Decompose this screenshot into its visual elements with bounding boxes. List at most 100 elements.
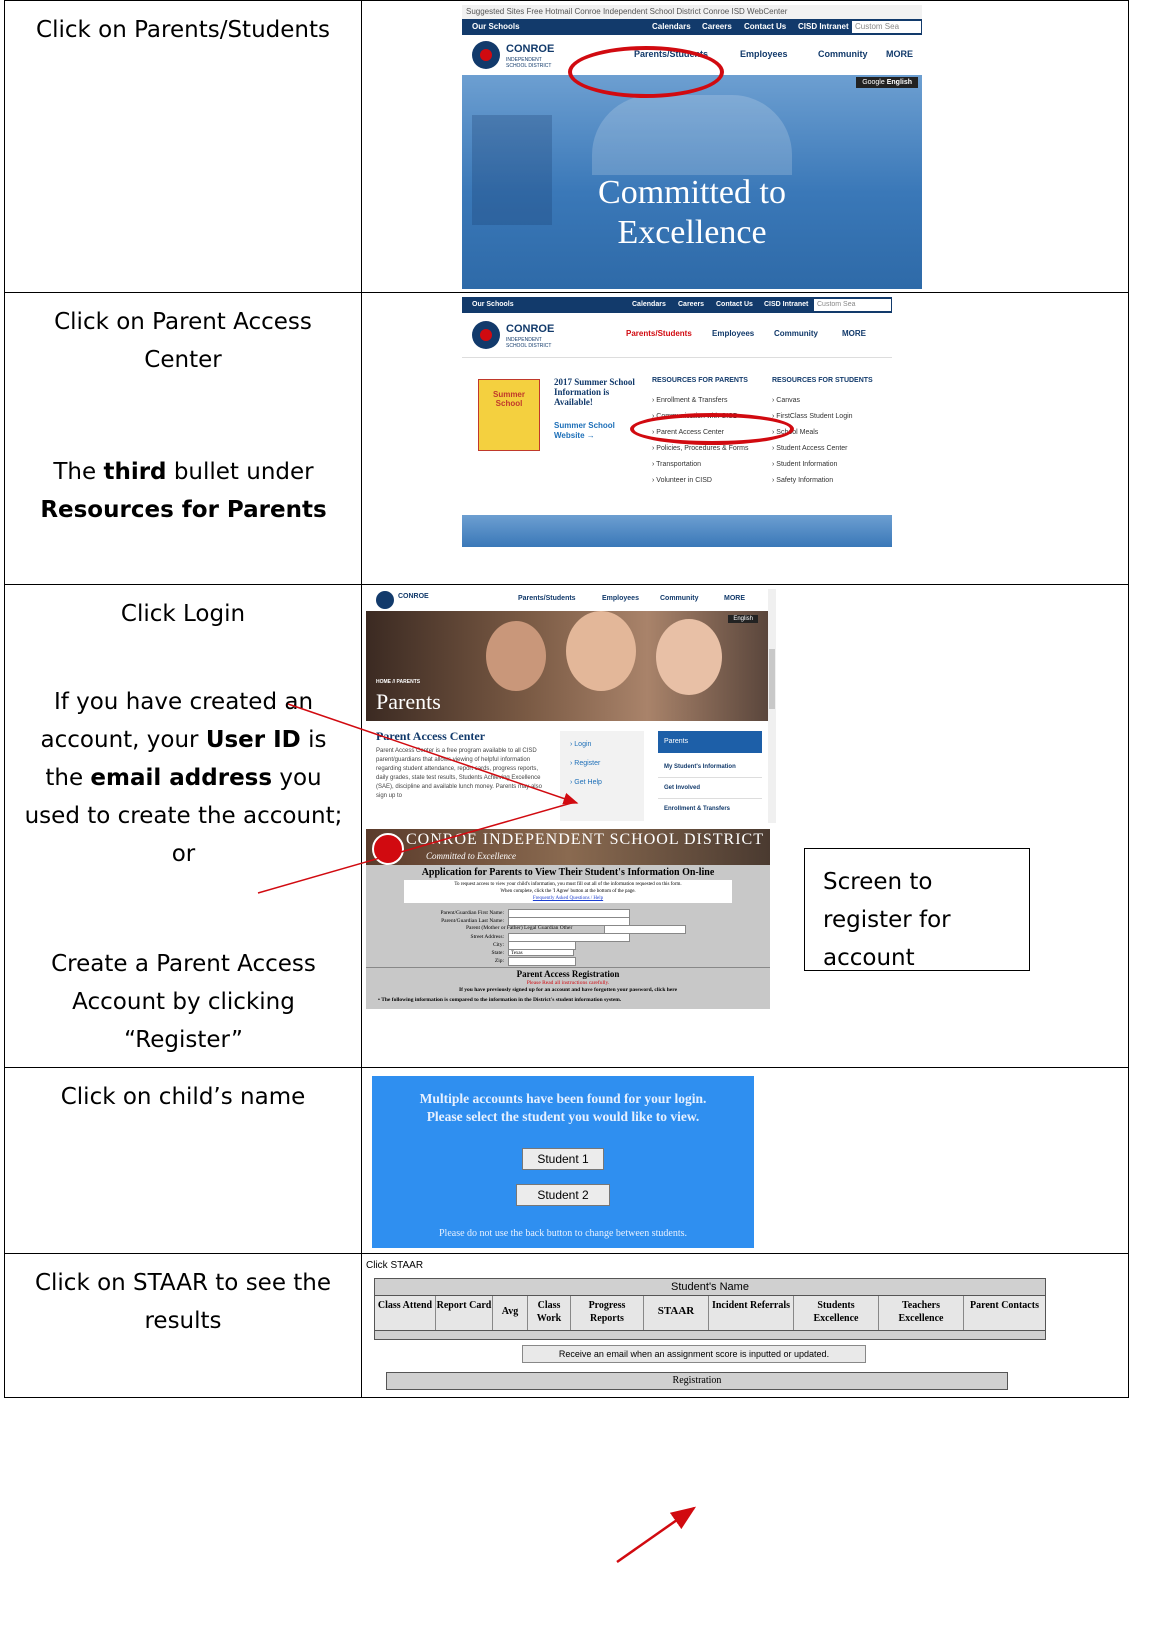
tab-avg[interactable]: Avg	[493, 1296, 528, 1330]
resource-link[interactable]: › Safety Information	[772, 473, 853, 489]
instruction-table: Click on Parents/Students Suggested Site…	[4, 0, 1129, 1398]
staar-screenshot: Click STAAR Student's Name Class Attend …	[366, 1258, 1046, 1394]
student-select-screenshot: Multiple accounts have been found for yo…	[372, 1076, 754, 1248]
tab-progress-reports[interactable]: Progress Reports	[571, 1296, 644, 1330]
banner-motto: Committed to Excellence	[426, 851, 516, 861]
tab-row: Class Attend Report Card Avg Class Work …	[375, 1296, 1045, 1331]
logo-sub: INDEPENDENT SCHOOL DISTRICT	[506, 337, 552, 349]
student-tab-bar: Student's Name Class Attend Report Card …	[374, 1278, 1046, 1340]
message-line: Please select the student you would like…	[426, 1109, 700, 1124]
forgot-password-text[interactable]: If you have previously signed up for an …	[366, 987, 770, 993]
sidebar-item[interactable]: My Student's Information	[658, 757, 762, 778]
homepage-screenshot: Suggested Sites Free Hotmail Conroe Inde…	[462, 5, 922, 289]
nav-community[interactable]: Community	[818, 49, 868, 59]
resource-link[interactable]: › Student Information	[772, 457, 853, 473]
relationship-radios[interactable]: Parent (Mother or Father) Legal Guardian…	[466, 925, 572, 931]
register-link[interactable]: › Register	[560, 748, 644, 767]
contact-link[interactable]: Contact Us	[716, 297, 753, 313]
careers-link[interactable]: Careers	[678, 297, 704, 313]
scrollbar[interactable]	[768, 589, 776, 823]
page-title: Parents	[376, 689, 441, 714]
summer-school-flyer-image[interactable]: Summer School	[478, 379, 540, 451]
nav-employees[interactable]: Employees	[712, 329, 754, 338]
tab-incident-referrals[interactable]: Incident Referrals	[709, 1296, 794, 1330]
intranet-link[interactable]: CISD Intranet	[764, 297, 808, 313]
tab-class-attend[interactable]: Class Attend	[375, 1296, 436, 1330]
students-resources-heading: RESOURCES FOR STUDENTS	[772, 377, 873, 384]
browser-favorites-bar: Suggested Sites Free Hotmail Conroe Inde…	[462, 5, 922, 19]
screenshot-cell: Click STAAR Student's Name Class Attend …	[361, 1253, 1129, 1398]
district-logo-icon	[472, 41, 500, 69]
sidebar-item[interactable]: Get Involved	[658, 778, 762, 799]
our-schools-link[interactable]: Our Schools	[472, 19, 520, 35]
building-arch-shape	[592, 95, 792, 175]
resource-link[interactable]: › Transportation	[652, 457, 748, 473]
summer-school-link[interactable]: Summer School Website →	[554, 421, 626, 441]
nav-parents-students[interactable]: Parents/Students	[626, 329, 692, 338]
pac-description: Parent Access Center is a free program a…	[376, 748, 542, 799]
arrow-to-staar	[616, 1506, 697, 1564]
district-banner: CONROE INDEPENDENT SCHOOL DISTRICT Commi…	[366, 829, 770, 865]
sidebar-item[interactable]: Enrollment & Transfers	[658, 799, 762, 819]
calendars-link[interactable]: Calendars	[632, 297, 666, 313]
nav-employees[interactable]: Employees	[602, 595, 639, 602]
resource-link[interactable]: › Volunteer in CISD	[652, 473, 748, 489]
resource-link[interactable]: › Canvas	[772, 393, 853, 409]
tab-teachers-excellence[interactable]: Teachers Excellence	[879, 1296, 964, 1330]
nav-more[interactable]: MORE	[886, 49, 913, 59]
nav-community[interactable]: Community	[660, 595, 699, 602]
student-2-button[interactable]: Student 2	[516, 1184, 610, 1206]
calendars-link[interactable]: Calendars	[652, 19, 691, 35]
registration-bar: Registration	[386, 1372, 1008, 1390]
form-intro: To request access to view your child's i…	[404, 880, 732, 903]
nav-more[interactable]: MORE	[724, 595, 745, 602]
instruction-cell: Click on child’s name	[4, 1067, 362, 1254]
instruction-cell: Click on Parent Access Center The third …	[4, 292, 362, 585]
instruction-text: Click on child’s name	[60, 1084, 306, 1110]
faq-link[interactable]: Frequently Asked Questions / Help	[405, 895, 731, 902]
multiple-accounts-message: Multiple accounts have been found for yo…	[372, 1090, 754, 1126]
field-label: State:	[491, 950, 504, 956]
contact-link[interactable]: Contact Us	[744, 19, 786, 35]
parents-resources-heading: RESOURCES FOR PARENTS	[652, 377, 748, 384]
tab-report-card[interactable]: Report Card	[436, 1296, 493, 1330]
instruction-text: Click on STAAR to see the results	[34, 1270, 332, 1334]
highlight-circle	[630, 413, 794, 445]
email-notification-button[interactable]: Receive an email when an assignment scor…	[522, 1345, 866, 1363]
intranet-link[interactable]: CISD Intranet	[798, 19, 849, 35]
tab-staar[interactable]: STAAR	[644, 1296, 709, 1330]
get-help-link[interactable]: › Get Help	[560, 767, 644, 786]
registration-bullet: • The following information is compared …	[378, 997, 622, 1003]
tab-class-work[interactable]: Class Work	[528, 1296, 571, 1330]
resource-link[interactable]: › Student Access Center	[772, 441, 853, 457]
careers-link[interactable]: Careers	[702, 19, 732, 35]
site-search-input[interactable]: Custom Sea	[814, 299, 891, 311]
tab-students-excellence[interactable]: Students Excellence	[794, 1296, 879, 1330]
main-header: CONROE Parents/Students Employees Commun…	[366, 589, 776, 612]
student-1-button[interactable]: Student 1	[522, 1148, 604, 1170]
registration-form-screenshot: CONROE INDEPENDENT SCHOOL DISTRICT Commi…	[366, 829, 770, 1009]
language-select[interactable]: English	[728, 615, 758, 623]
message-line: Multiple accounts have been found for yo…	[419, 1091, 707, 1106]
logo-sub: INDEPENDENT SCHOOL DISTRICT	[506, 57, 552, 69]
tab-parent-contacts[interactable]: Parent Contacts	[964, 1296, 1045, 1330]
registration-warning: Please Read all instructions carefully.	[526, 980, 610, 986]
login-link[interactable]: › Login	[560, 731, 644, 748]
zip-input[interactable]	[508, 957, 576, 966]
nav-employees[interactable]: Employees	[740, 49, 788, 59]
logo-name: CONROE	[506, 323, 555, 335]
site-search-input[interactable]: Custom Sea	[852, 21, 921, 33]
state-input[interactable]: Texas	[508, 949, 574, 956]
screenshot-cell: Multiple accounts have been found for yo…	[361, 1067, 1129, 1254]
language-select[interactable]: English	[887, 79, 912, 86]
breadcrumb[interactable]: HOME // PARENTS	[376, 679, 420, 685]
resource-link[interactable]: › Enrollment & Transfers	[652, 393, 748, 409]
nav-more[interactable]: MORE	[842, 329, 866, 338]
nav-community[interactable]: Community	[774, 329, 818, 338]
register-note: Create a Parent Access Account by clicki…	[51, 951, 316, 1053]
our-schools-link[interactable]: Our Schools	[472, 297, 514, 313]
step-row-4: Click on child’s name Multiple accounts …	[4, 1067, 1129, 1254]
divider	[366, 967, 770, 968]
translate-widget[interactable]: Google English	[856, 77, 918, 88]
nav-parents-students[interactable]: Parents/Students	[518, 595, 576, 602]
